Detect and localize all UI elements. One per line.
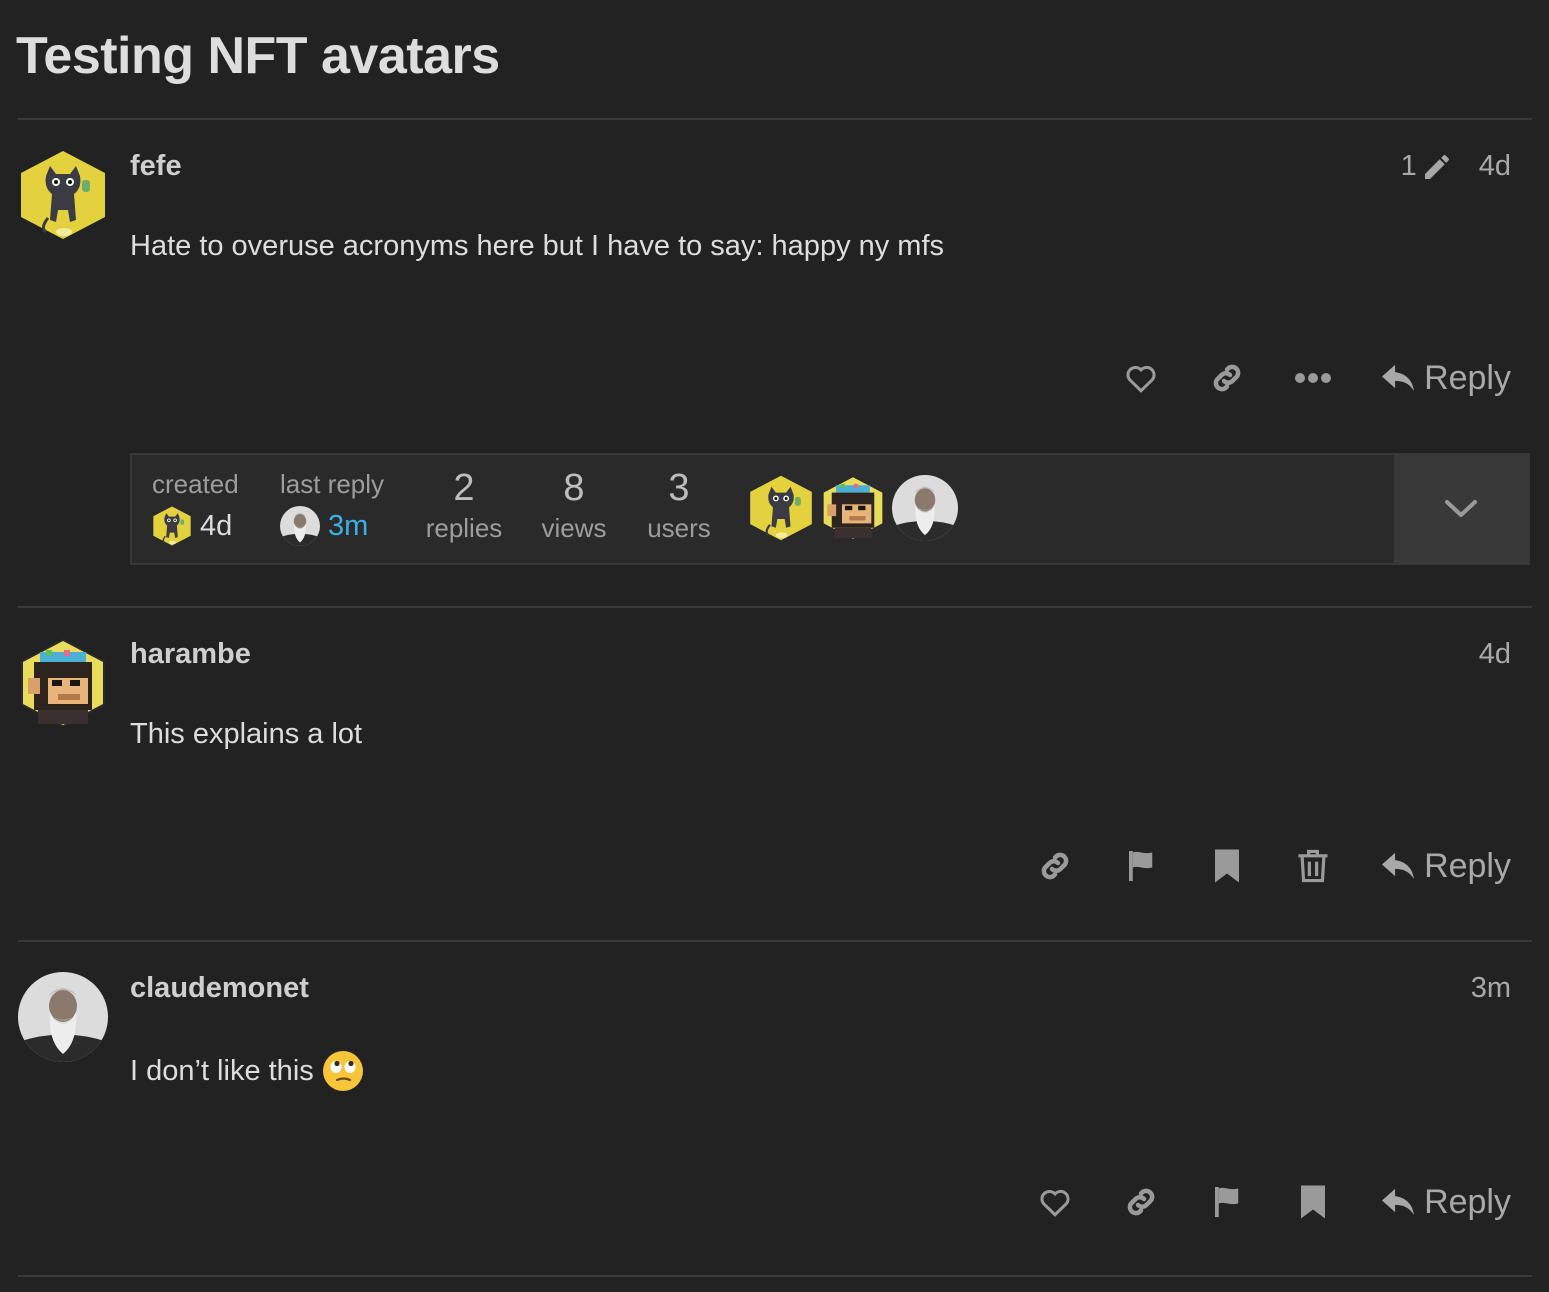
- post-meta: 4d: [1479, 638, 1511, 671]
- replies-label: replies: [425, 513, 503, 543]
- avatar[interactable]: [892, 475, 958, 541]
- views-label: views: [541, 513, 607, 543]
- bookmark-icon: [1215, 849, 1240, 883]
- created-stat[interactable]: created 4d: [152, 469, 239, 546]
- flag-icon: [1215, 1187, 1239, 1217]
- flag-button[interactable]: [1184, 1177, 1270, 1227]
- post-actions: Reply: [1098, 353, 1511, 403]
- more-icon: [1295, 373, 1332, 383]
- flag-icon: [1129, 851, 1153, 881]
- reply-label: Reply: [1424, 846, 1511, 885]
- edit-history-button[interactable]: 1: [1401, 150, 1453, 183]
- avatar[interactable]: [18, 638, 108, 728]
- bookmark-button[interactable]: [1184, 841, 1270, 891]
- last-reply-stat[interactable]: last reply 3m: [280, 469, 384, 546]
- bookmark-icon: [1301, 1185, 1326, 1219]
- more-button[interactable]: [1270, 353, 1356, 403]
- reply-label: Reply: [1424, 358, 1511, 397]
- post-time[interactable]: 4d: [1479, 638, 1511, 671]
- created-label: created: [152, 469, 239, 499]
- post-body: Hate to overuse acronyms here but I have…: [130, 230, 945, 262]
- share-link-button[interactable]: [1098, 1177, 1184, 1227]
- avatar[interactable]: [820, 475, 886, 541]
- post-username[interactable]: harambe: [130, 638, 251, 671]
- like-button[interactable]: [1098, 353, 1184, 403]
- last-reply-time: 3m: [328, 509, 369, 542]
- like-button[interactable]: [1012, 1177, 1098, 1227]
- divider: [18, 940, 1532, 942]
- post-actions: Reply: [1012, 1177, 1511, 1227]
- avatar[interactable]: [748, 475, 814, 541]
- avatar[interactable]: [18, 150, 108, 240]
- heart-icon: [1040, 1189, 1070, 1217]
- edit-count: 1: [1400, 150, 1417, 182]
- users-stat: 3 users: [639, 469, 719, 544]
- created-time: 4d: [200, 509, 233, 542]
- reply-icon: [1382, 1188, 1415, 1216]
- views-count: 8: [563, 467, 585, 509]
- post-username[interactable]: claudemonet: [130, 972, 309, 1005]
- avatar: [280, 506, 320, 546]
- rolling-eyes-emoji: [322, 1051, 363, 1091]
- link-icon: [1213, 364, 1241, 392]
- post-meta: 3m: [1471, 972, 1511, 1005]
- avatar: [152, 506, 192, 546]
- heart-icon: [1126, 365, 1156, 393]
- trash-icon: [1298, 849, 1328, 883]
- flag-button[interactable]: [1098, 841, 1184, 891]
- link-icon: [1127, 1188, 1155, 1216]
- reply-label: Reply: [1424, 1182, 1511, 1221]
- replies-count: 2: [453, 467, 475, 509]
- avatar[interactable]: [18, 972, 108, 1062]
- divider: [18, 606, 1532, 608]
- reply-button[interactable]: Reply: [1380, 1183, 1511, 1222]
- views-stat: 8 views: [534, 469, 614, 544]
- delete-button[interactable]: [1270, 841, 1356, 891]
- last-reply-label: last reply: [280, 469, 385, 499]
- post-username[interactable]: fefe: [130, 150, 182, 183]
- reply-button[interactable]: Reply: [1380, 847, 1511, 886]
- topic-map: created 4d last reply 3m 2 replies 8 vie…: [130, 453, 1530, 565]
- post-body: I don’t like this: [130, 1050, 364, 1092]
- bookmark-button[interactable]: [1270, 1177, 1356, 1227]
- topic-title[interactable]: Testing NFT avatars: [16, 26, 500, 86]
- link-icon: [1041, 852, 1069, 880]
- reply-button[interactable]: Reply: [1380, 359, 1511, 398]
- post-time[interactable]: 4d: [1479, 150, 1511, 183]
- reply-icon: [1382, 852, 1415, 880]
- users-label: users: [647, 513, 711, 543]
- post-meta: 1 4d: [1401, 150, 1511, 183]
- post-actions: Reply: [1012, 841, 1511, 891]
- post-time[interactable]: 3m: [1471, 972, 1511, 1005]
- share-link-button[interactable]: [1184, 353, 1270, 403]
- users-count: 3: [668, 467, 690, 509]
- topic-map-expand-button[interactable]: [1394, 455, 1528, 563]
- divider: [18, 118, 1532, 120]
- replies-stat: 2 replies: [424, 469, 504, 544]
- reply-icon: [1382, 364, 1415, 392]
- pencil-icon: [1424, 154, 1449, 179]
- post-body-text: I don’t like this: [130, 1054, 314, 1087]
- participants: [748, 475, 958, 541]
- divider: [18, 1275, 1532, 1277]
- share-link-button[interactable]: [1012, 841, 1098, 891]
- post-body: This explains a lot: [130, 718, 363, 750]
- chevron-down-icon: [1445, 500, 1477, 517]
